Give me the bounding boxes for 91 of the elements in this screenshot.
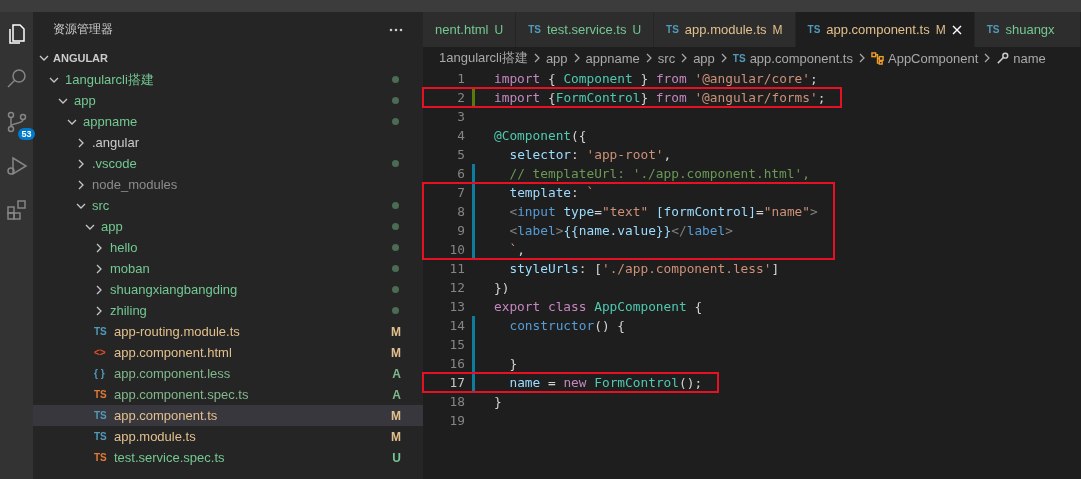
line-number: 8 [456, 204, 465, 219]
code-line: } [494, 394, 502, 409]
code-line: <label>{{name.value}}</label> [508, 223, 733, 238]
chevron-icon[interactable] [76, 137, 86, 148]
chevron-icon[interactable] [76, 179, 86, 190]
tree-item[interactable]: app [33, 90, 423, 111]
breadcrumb-item[interactable]: app [693, 50, 715, 66]
code-line: }) [494, 280, 510, 295]
run-debug-icon[interactable] [4, 154, 29, 178]
chevron-icon [532, 53, 541, 63]
chevron-icon [644, 53, 653, 63]
code-line: export class AppComponent { [494, 299, 703, 314]
editor-tab[interactable]: TS shuangx [974, 12, 1081, 47]
close-icon[interactable] [951, 24, 962, 35]
tree-item[interactable]: <> app.component.html M [33, 342, 423, 363]
editor-tab[interactable]: nent.html U [423, 12, 517, 47]
code-line: name = new FormControl(); [508, 375, 703, 390]
tree-item[interactable]: .vscode [33, 153, 423, 174]
code-line: template: ` [508, 185, 595, 200]
tree-item[interactable]: TS app-routing.module.ts M [33, 321, 423, 342]
tree-item[interactable]: 1angularcli搭建 [33, 69, 423, 90]
code-line: // templateUrl: './app.component.html', [508, 166, 810, 181]
code-line: `, [508, 242, 525, 257]
line-number: 14 [448, 318, 465, 333]
line-number: 9 [456, 223, 465, 238]
chevron-icon[interactable] [94, 242, 104, 253]
tree-item[interactable]: .angular [33, 132, 423, 153]
code-line: } [508, 356, 518, 371]
line-number: 7 [456, 185, 465, 200]
badge: 53 [18, 128, 35, 140]
chevron-icon [858, 53, 866, 63]
breadcrumb-item[interactable]: src [657, 50, 676, 66]
line-number: 17 [448, 375, 465, 390]
breadcrumb-item[interactable]: appname [585, 50, 640, 66]
code-line: selector: 'app-root', [508, 147, 672, 162]
line-number: 18 [448, 394, 465, 409]
line-number: 19 [448, 413, 465, 428]
chevron-icon [39, 53, 49, 63]
tree-item[interactable]: TS app.component.ts M [33, 405, 423, 426]
chevron-icon [983, 53, 992, 63]
line-number: 11 [448, 261, 465, 276]
tree-item[interactable]: shuangxiangbangding [33, 279, 423, 300]
breadcrumb-item[interactable]: 1angularcli搭建 [439, 49, 528, 67]
chevron-icon [572, 53, 581, 63]
line-number: 15 [448, 337, 465, 352]
tree-item[interactable]: TS app.component.spec.ts A [33, 384, 423, 405]
line-number: 16 [448, 356, 465, 371]
line-number: 5 [456, 147, 465, 162]
breadcrumb-item[interactable]: app [545, 50, 568, 66]
tree-item[interactable]: TS test.service.spec.ts U [33, 447, 423, 468]
tree-item[interactable]: app [33, 216, 423, 237]
chevron-icon[interactable] [76, 158, 86, 169]
line-number: 2 [456, 90, 465, 105]
breadcrumb-item[interactable]: AppComponent [871, 50, 979, 66]
editor-tab[interactable]: TS app.component.ts M [795, 12, 975, 47]
line-number: 1 [456, 71, 465, 86]
wrench-icon [996, 51, 1010, 65]
extensions-icon[interactable] [4, 198, 29, 222]
panel-title: 资源管理器 [53, 21, 113, 38]
line-number: 3 [456, 109, 465, 124]
tree-item[interactable]: hello [33, 237, 423, 258]
code-line: <input type="text" [formControl]="name"> [508, 204, 818, 219]
code-line: constructor() { [508, 318, 626, 333]
chevron-icon[interactable] [94, 305, 104, 316]
chevron-icon [680, 53, 689, 63]
line-number: 13 [448, 299, 465, 314]
line-number: 10 [448, 242, 465, 257]
tree-item[interactable]: moban [33, 258, 423, 279]
editor-tab[interactable]: TS test.service.ts U [516, 12, 655, 47]
editor-tab[interactable]: TS app.module.ts M [654, 12, 796, 47]
section-header[interactable]: ANGULAR [33, 47, 423, 69]
breadcrumb-item[interactable]: name [996, 50, 1046, 66]
code-line: styleUrls: ['./app.component.less'] [508, 261, 780, 276]
breadcrumb-item[interactable]: TS app.component.ts [732, 50, 853, 66]
code-line: import {FormControl} from '@angular/forms'; [494, 90, 826, 105]
code-line: @Component({ [494, 128, 587, 143]
tree-item[interactable]: src [33, 195, 423, 216]
tree-item[interactable]: node_modules [33, 174, 423, 195]
chevron-icon[interactable] [94, 263, 104, 274]
code-line: import { Component } from '@angular/core'; [494, 71, 818, 86]
line-number: 12 [448, 280, 465, 295]
more-icon[interactable] [389, 27, 403, 32]
tree-item[interactable]: appname [33, 111, 423, 132]
chevron-icon [719, 53, 728, 63]
tree-item[interactable]: TS app.module.ts M [33, 426, 423, 447]
line-number: 6 [456, 166, 465, 181]
class-icon [871, 51, 884, 65]
chevron-icon[interactable] [94, 284, 104, 295]
tree-item[interactable]: zhiling [33, 300, 423, 321]
tree-item[interactable]: { } app.component.less A [33, 363, 423, 384]
line-number: 4 [456, 128, 465, 143]
